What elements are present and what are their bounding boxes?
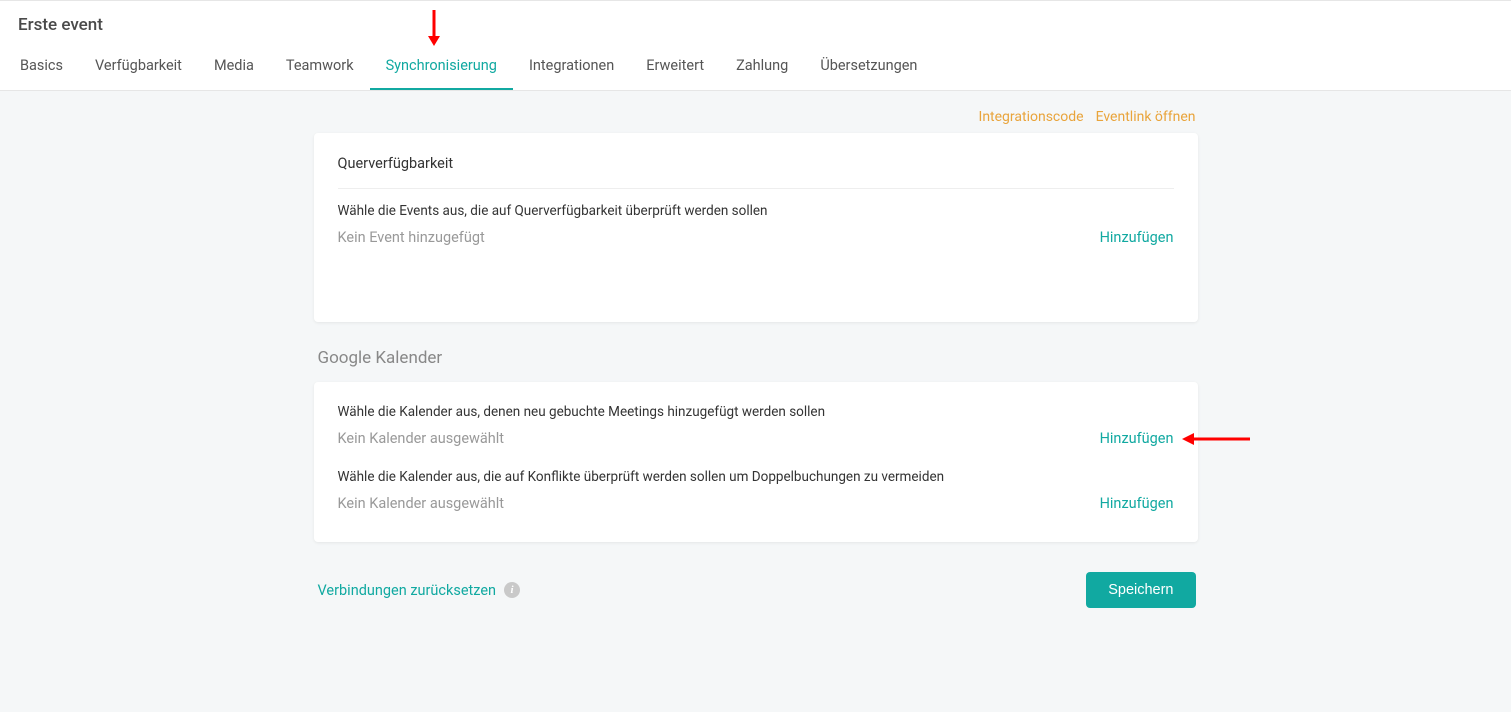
cross-availability-card: Querverfügbarkeit Wähle die Events aus, …: [314, 133, 1198, 322]
tab-zahlung[interactable]: Zahlung: [720, 45, 804, 90]
info-icon: i: [504, 582, 520, 598]
reset-connections-link[interactable]: Verbindungen zurücksetzen i: [318, 582, 521, 599]
tabs-bar: BasicsVerfügbarkeitMediaTeamworkSynchron…: [0, 45, 1511, 90]
gcal-addto-empty: Kein Kalender ausgewählt: [338, 430, 505, 447]
tab-basics[interactable]: Basics: [4, 45, 79, 90]
tab-erweitert[interactable]: Erweitert: [630, 45, 720, 90]
gcal-conflict-description: Wähle die Kalender aus, die auf Konflikt…: [338, 469, 1174, 485]
top-links: Integrationscode Eventlink öffnen: [314, 105, 1198, 133]
page-title: Erste event: [0, 15, 1511, 45]
gcal-addto-add-button[interactable]: Hinzufügen: [1100, 430, 1174, 447]
content: Integrationscode Eventlink öffnen Querve…: [314, 91, 1198, 638]
open-event-link[interactable]: Eventlink öffnen: [1096, 109, 1196, 125]
tab-verf-gbarkeit[interactable]: Verfügbarkeit: [79, 45, 198, 90]
tab-integrationen[interactable]: Integrationen: [513, 45, 630, 90]
tab-synchronisierung[interactable]: Synchronisierung: [370, 45, 513, 90]
footer-row: Verbindungen zurücksetzen i Speichern: [314, 568, 1198, 638]
header: Erste event BasicsVerfügbarkeitMediaTeam…: [0, 0, 1511, 91]
reset-connections-label: Verbindungen zurücksetzen: [318, 582, 497, 599]
cross-availability-add-button[interactable]: Hinzufügen: [1100, 229, 1174, 246]
tab--bersetzungen[interactable]: Übersetzungen: [804, 45, 933, 90]
tab-teamwork[interactable]: Teamwork: [270, 45, 370, 90]
cross-availability-description: Wähle die Events aus, die auf Querverfüg…: [338, 203, 1174, 219]
gcal-conflict-add-button[interactable]: Hinzufügen: [1100, 495, 1174, 512]
tab-media[interactable]: Media: [198, 45, 270, 90]
integration-code-link[interactable]: Integrationscode: [979, 109, 1084, 125]
cross-availability-empty: Kein Event hinzugefügt: [338, 229, 485, 246]
save-button[interactable]: Speichern: [1086, 572, 1195, 608]
google-calendar-heading: Google Kalender: [318, 348, 1198, 368]
cross-availability-title: Querverfügbarkeit: [338, 155, 1174, 189]
gcal-conflict-empty: Kein Kalender ausgewählt: [338, 495, 505, 512]
google-calendar-card: Wähle die Kalender aus, denen neu gebuch…: [314, 382, 1198, 542]
gcal-addto-description: Wähle die Kalender aus, denen neu gebuch…: [338, 404, 1174, 420]
